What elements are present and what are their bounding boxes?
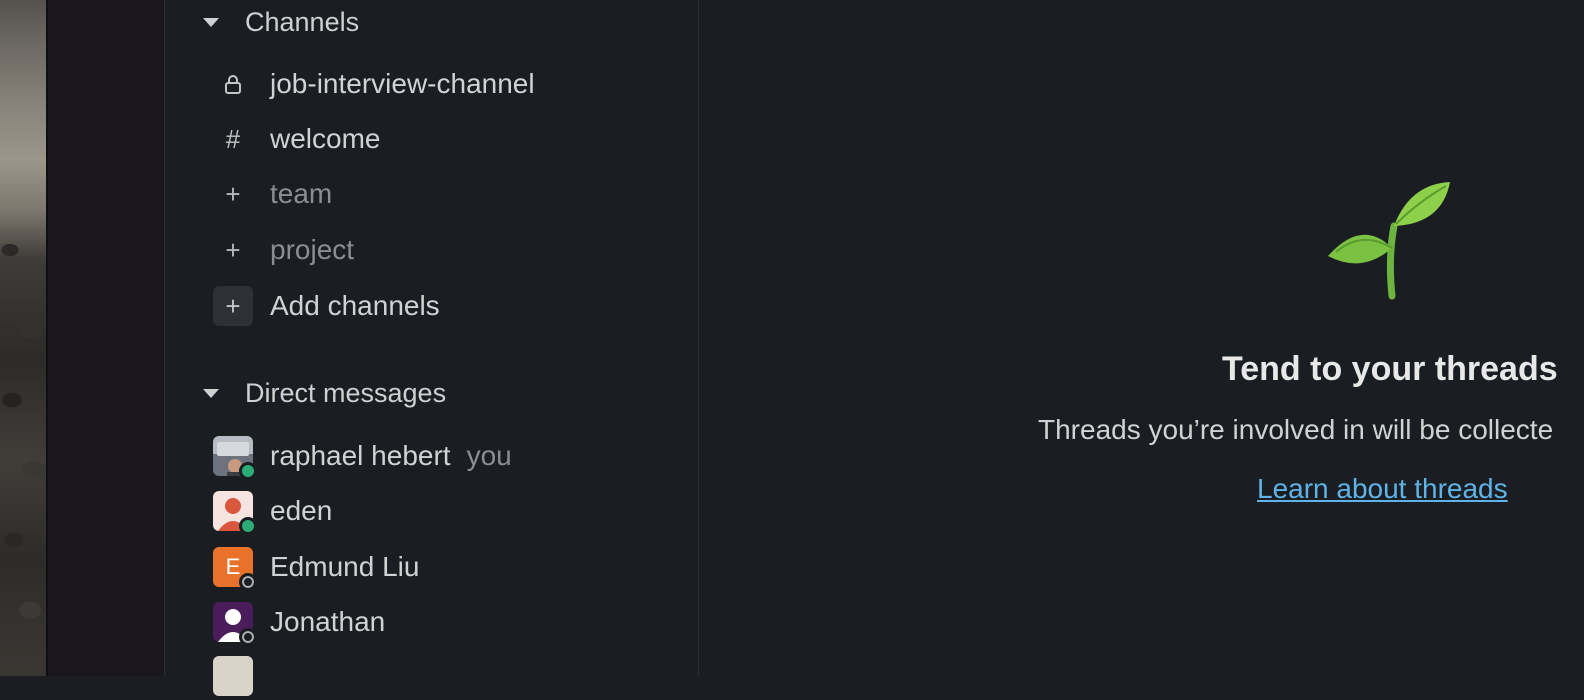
you-tag: you: [466, 440, 512, 471]
channel-sidebar: Channels job-interview-channel # welcome…: [164, 0, 699, 696]
dm-item-raphael-hebert[interactable]: raphael hebert you: [213, 432, 688, 480]
presence-away-icon: [239, 628, 257, 646]
dm-item-jonathan[interactable]: Jonathan: [213, 598, 688, 646]
sidebar-item-welcome[interactable]: # welcome: [213, 115, 688, 163]
lock-icon: [213, 64, 253, 104]
desktop-wallpaper-strip: [0, 0, 46, 676]
channel-label: welcome: [270, 123, 381, 154]
dm-section-header[interactable]: Direct messages: [201, 371, 446, 415]
dm-name: raphael hebert: [270, 440, 451, 471]
workspace-rail: [48, 0, 164, 676]
sidebar-item-team[interactable]: + team: [213, 170, 688, 218]
plus-icon: +: [225, 234, 241, 265]
dm-name: eden: [270, 495, 333, 526]
sidebar-item-project[interactable]: + project: [213, 226, 688, 274]
avatar: [213, 436, 257, 480]
avatar: [213, 656, 253, 696]
threads-view: Tend to your threads Threads you’re invo…: [700, 0, 1584, 676]
avatar: [213, 602, 257, 646]
channels-section-header[interactable]: Channels: [201, 0, 359, 44]
avatar: E: [213, 547, 257, 591]
channel-label: project: [270, 234, 355, 265]
dm-item-eden[interactable]: eden: [213, 487, 688, 535]
channels-header-label: Channels: [245, 6, 360, 37]
caret-down-icon: [203, 388, 219, 398]
seedling-icon: [1328, 182, 1450, 300]
channel-label: team: [270, 178, 333, 209]
add-icon: +: [213, 286, 253, 326]
dm-item-edmund-liu[interactable]: E Edmund Liu: [213, 543, 688, 591]
presence-online-icon: [239, 517, 257, 535]
empty-state-description: Threads you’re involved in will be colle…: [1038, 414, 1554, 445]
add-channels-button[interactable]: + Add channels: [213, 282, 688, 330]
presence-away-icon: [239, 573, 257, 591]
dm-header-label: Direct messages: [245, 377, 447, 408]
presence-online-icon: [239, 462, 257, 480]
caret-down-icon: [203, 17, 219, 27]
learn-about-threads-link[interactable]: Learn about threads: [1257, 473, 1508, 505]
sidebar-item-job-interview-channel[interactable]: job-interview-channel: [213, 60, 688, 108]
dm-name: Edmund Liu: [270, 551, 420, 582]
dm-item-partial[interactable]: [213, 652, 688, 700]
dm-name: Jonathan: [270, 606, 386, 637]
plus-icon: +: [225, 178, 241, 209]
avatar: [213, 491, 257, 535]
add-channels-label: Add channels: [270, 290, 440, 321]
channel-label: job-interview-channel: [270, 68, 535, 99]
hash-icon: #: [225, 123, 241, 154]
empty-state-title: Tend to your threads: [1222, 350, 1558, 388]
